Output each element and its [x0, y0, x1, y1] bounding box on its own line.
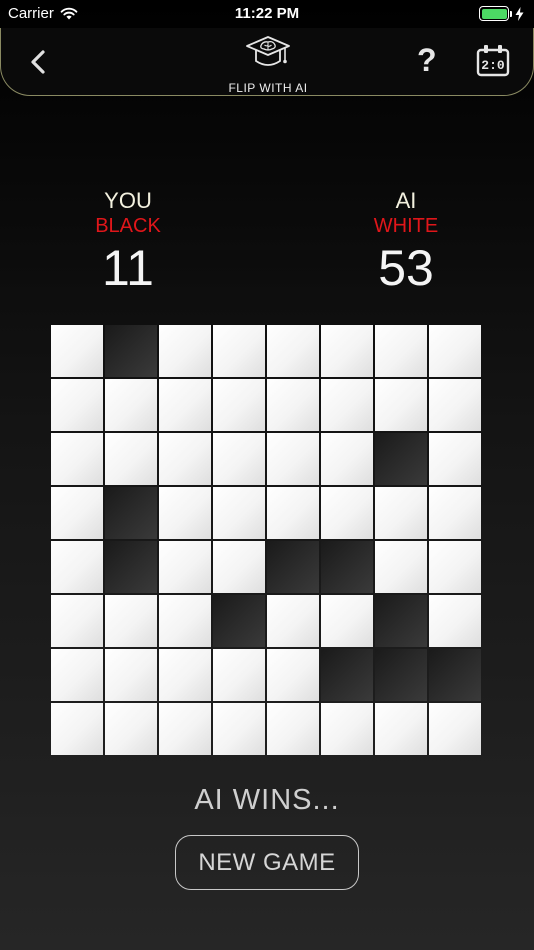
nav-bar: FLIP WITH AI ? 2:0: [0, 28, 534, 96]
board-cell[interactable]: [213, 649, 265, 701]
board-cell[interactable]: [429, 703, 481, 755]
board-cell[interactable]: [267, 487, 319, 539]
board-cell[interactable]: [375, 325, 427, 377]
battery-icon: [479, 6, 524, 21]
board-cell[interactable]: [267, 703, 319, 755]
board-cell[interactable]: [375, 595, 427, 647]
graduation-cap-brain-icon: [246, 36, 290, 66]
board-cell[interactable]: [159, 703, 211, 755]
board-cell[interactable]: [267, 541, 319, 593]
board-cell[interactable]: [267, 595, 319, 647]
board-cell[interactable]: [321, 379, 373, 431]
board-cell[interactable]: [375, 487, 427, 539]
board-cell[interactable]: [213, 487, 265, 539]
board-cell[interactable]: [159, 541, 211, 593]
board-cell[interactable]: [159, 487, 211, 539]
board-cell[interactable]: [429, 325, 481, 377]
board-cell[interactable]: [213, 433, 265, 485]
player-ai-panel: AI WHITE 53: [326, 188, 486, 296]
board-cell[interactable]: [51, 649, 103, 701]
board-cell[interactable]: [105, 703, 157, 755]
help-button[interactable]: ?: [417, 42, 437, 79]
status-time: 11:22 PM: [234, 5, 300, 22]
scoreboard-button[interactable]: 2:0: [475, 43, 511, 79]
board-cell[interactable]: [213, 595, 265, 647]
board-cell[interactable]: [267, 379, 319, 431]
board-cell[interactable]: [51, 541, 103, 593]
board-cell[interactable]: [105, 433, 157, 485]
board-cell[interactable]: [105, 541, 157, 593]
board-cell[interactable]: [375, 703, 427, 755]
board-cell[interactable]: [267, 649, 319, 701]
nav-title-group: FLIP WITH AI: [1, 34, 534, 95]
board-cell[interactable]: [267, 433, 319, 485]
board-cell[interactable]: [321, 703, 373, 755]
board-cell[interactable]: [51, 325, 103, 377]
charging-bolt-icon: [515, 6, 524, 21]
board-cell[interactable]: [321, 487, 373, 539]
board-cell[interactable]: [429, 541, 481, 593]
board-cell[interactable]: [429, 649, 481, 701]
board-cell[interactable]: [375, 379, 427, 431]
board-cell[interactable]: [429, 433, 481, 485]
board-cell[interactable]: [375, 541, 427, 593]
board-cell[interactable]: [51, 487, 103, 539]
board-cell[interactable]: [51, 379, 103, 431]
player-you-panel: YOU BLACK 11: [48, 188, 208, 296]
player-you-name: YOU: [104, 188, 152, 213]
board-cell[interactable]: [105, 649, 157, 701]
board-cell[interactable]: [159, 595, 211, 647]
board-cell[interactable]: [375, 649, 427, 701]
page-title: FLIP WITH AI: [228, 81, 308, 95]
player-you-score: 11: [102, 240, 154, 296]
result-text: AI WINS...: [194, 784, 340, 816]
board-cell[interactable]: [159, 325, 211, 377]
status-bar: Carrier 11:22 PM: [0, 0, 534, 28]
player-ai-name: AI: [395, 188, 417, 213]
board-cell[interactable]: [105, 595, 157, 647]
board-cell[interactable]: [321, 433, 373, 485]
board-cell[interactable]: [321, 595, 373, 647]
board-cell[interactable]: [159, 433, 211, 485]
board-cell[interactable]: [267, 325, 319, 377]
board-cell[interactable]: [51, 595, 103, 647]
board-cell[interactable]: [321, 649, 373, 701]
board-cell[interactable]: [105, 379, 157, 431]
player-ai-score: 53: [378, 240, 434, 296]
player-ai-color: WHITE: [373, 215, 439, 237]
board-cell[interactable]: [321, 541, 373, 593]
board-cell[interactable]: [321, 325, 373, 377]
new-game-button[interactable]: NEW GAME: [175, 835, 359, 890]
board-cell[interactable]: [51, 433, 103, 485]
player-you-color: BLACK: [95, 215, 161, 237]
board-cell[interactable]: [429, 595, 481, 647]
board-cell[interactable]: [213, 703, 265, 755]
board-cell[interactable]: [375, 433, 427, 485]
board-cell[interactable]: [429, 379, 481, 431]
board-cell[interactable]: [105, 487, 157, 539]
board-cell[interactable]: [159, 379, 211, 431]
board-cell[interactable]: [429, 487, 481, 539]
scoreboard-icon: 2:0: [476, 45, 510, 77]
board-cell[interactable]: [213, 541, 265, 593]
board-cell[interactable]: [105, 325, 157, 377]
board-cell[interactable]: [213, 379, 265, 431]
board-cell[interactable]: [159, 649, 211, 701]
board-cell[interactable]: [51, 703, 103, 755]
svg-text:2:0: 2:0: [481, 58, 505, 73]
board-cell[interactable]: [213, 325, 265, 377]
game-board: [51, 325, 483, 758]
